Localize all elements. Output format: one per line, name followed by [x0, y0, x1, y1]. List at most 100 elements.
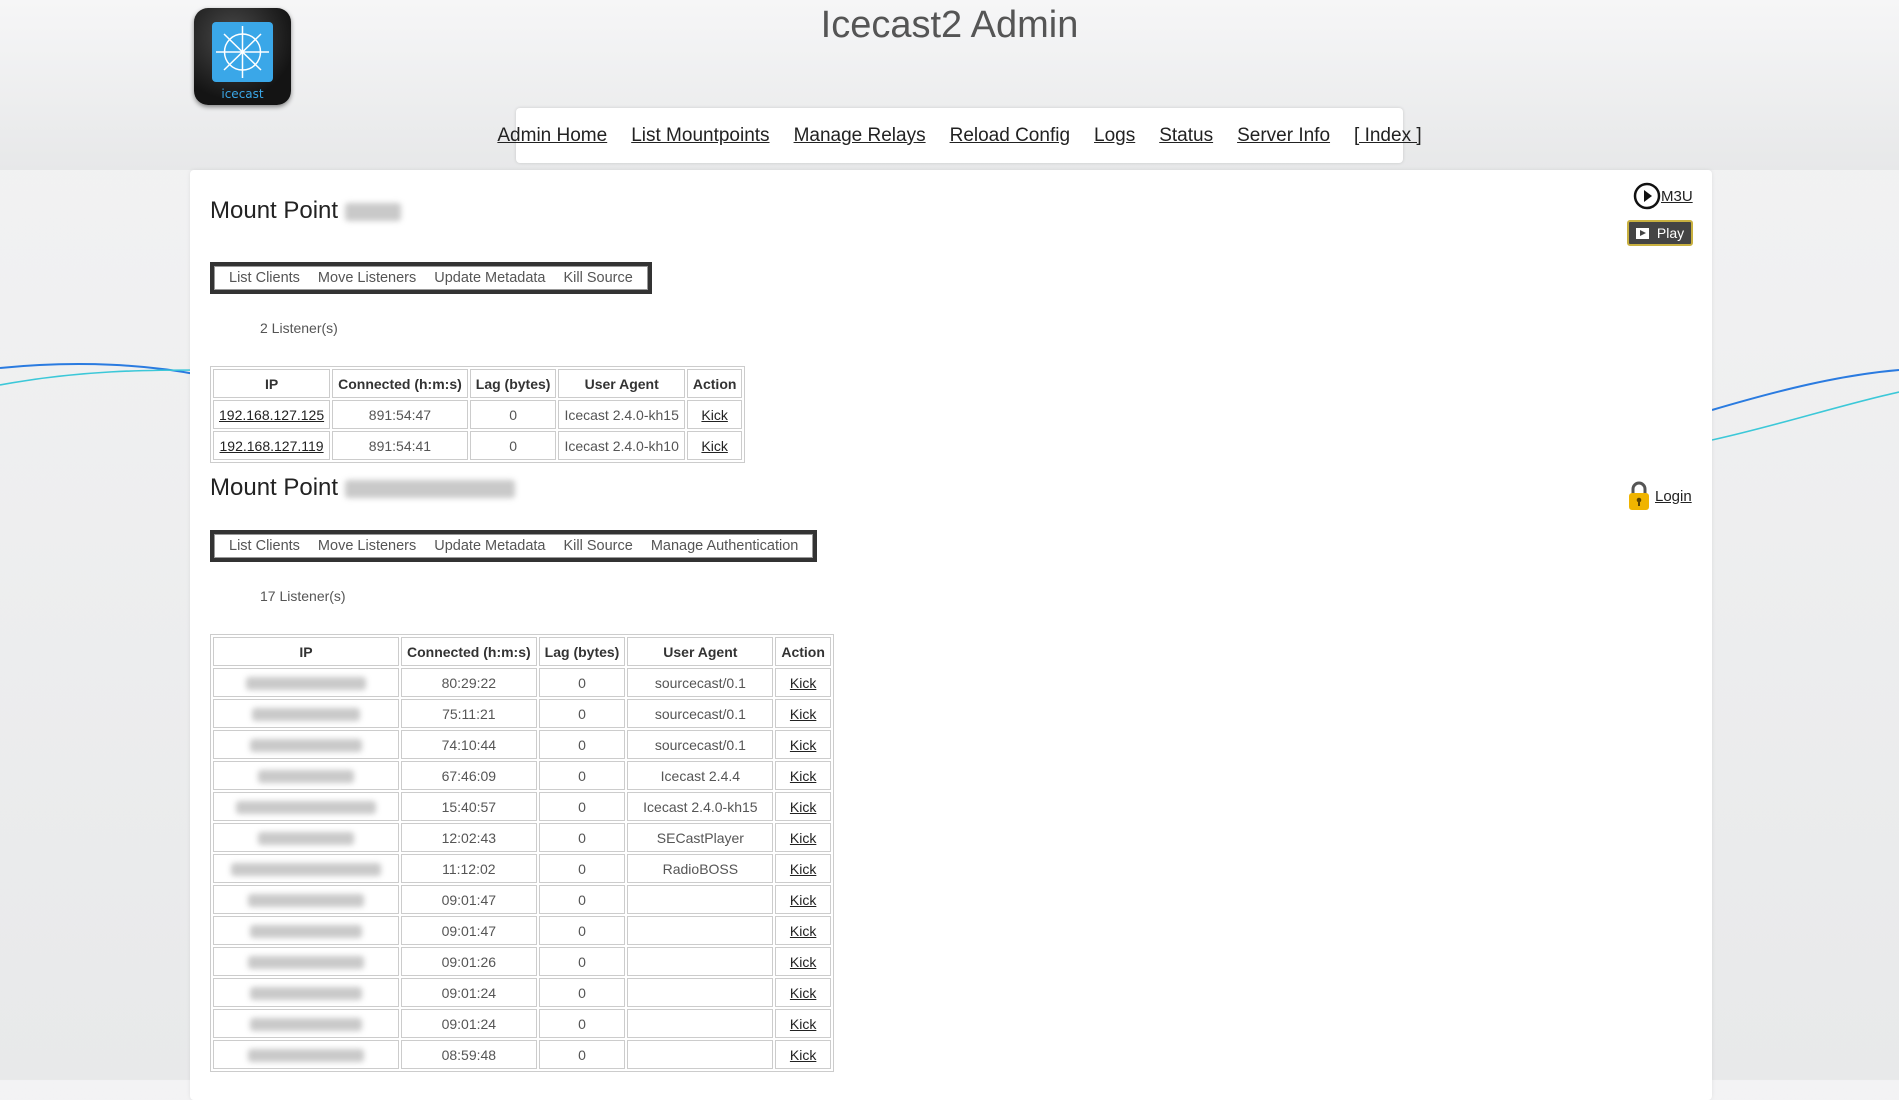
list-clients-button[interactable]: List Clients	[229, 538, 300, 554]
connected-cell: 891:54:47	[332, 400, 468, 429]
redacted-ip[interactable]	[231, 863, 381, 877]
connected-cell: 12:02:43	[401, 823, 537, 852]
col-connected: Connected (h:m:s)	[332, 369, 468, 398]
kick-link[interactable]: Kick	[790, 1047, 816, 1063]
move-listeners-button[interactable]: Move Listeners	[318, 538, 416, 554]
nav-list-mountpoints[interactable]: List Mountpoints	[631, 125, 769, 147]
kick-link[interactable]: Kick	[790, 985, 816, 1001]
redacted-ip[interactable]	[236, 801, 376, 815]
redacted-ip[interactable]	[248, 894, 364, 908]
manage-authentication-button[interactable]: Manage Authentication	[651, 538, 799, 554]
nav-logs[interactable]: Logs	[1094, 125, 1135, 147]
mount-title-1: Mount Point	[210, 197, 401, 225]
login-label[interactable]: Login	[1655, 488, 1692, 505]
nav-reload-config[interactable]: Reload Config	[950, 125, 1070, 147]
redacted-ip[interactable]	[250, 987, 362, 1001]
m3u-label[interactable]: M3U	[1661, 188, 1693, 205]
table-row: 08:59:48 0 Kick	[213, 1040, 831, 1069]
col-connected: Connected (h:m:s)	[401, 637, 537, 666]
kick-link[interactable]: Kick	[790, 830, 816, 846]
user-agent-cell	[627, 1009, 774, 1038]
listeners-table-2: IP Connected (h:m:s) Lag (bytes) User Ag…	[210, 634, 834, 1072]
play-button[interactable]: Play	[1627, 220, 1693, 246]
mount-actions-1: List Clients Move Listeners Update Metad…	[210, 262, 652, 294]
ip-link[interactable]: 192.168.127.119	[220, 438, 324, 454]
col-user-agent: User Agent	[558, 369, 685, 398]
list-clients-button[interactable]: List Clients	[229, 270, 300, 286]
kick-link[interactable]: Kick	[790, 923, 816, 939]
kill-source-button[interactable]: Kill Source	[564, 270, 633, 286]
m3u-link[interactable]: M3U	[1633, 182, 1693, 210]
nav-admin-home[interactable]: Admin Home	[497, 125, 607, 147]
main-nav: Admin Home List Mountpoints Manage Relay…	[497, 108, 1422, 163]
connected-cell: 09:01:26	[401, 947, 537, 976]
connected-cell: 80:29:22	[401, 668, 537, 697]
user-agent-cell: sourcecast/0.1	[627, 668, 774, 697]
col-ip: IP	[213, 637, 399, 666]
nav-index[interactable]: [ Index ]	[1354, 125, 1422, 147]
app-title: Icecast2 Admin	[820, 4, 1079, 46]
table-row: 12:02:43 0 SECastPlayer Kick	[213, 823, 831, 852]
redacted-ip[interactable]	[248, 1049, 364, 1063]
kick-link[interactable]: Kick	[790, 954, 816, 970]
nav-server-info[interactable]: Server Info	[1237, 125, 1330, 147]
lag-cell: 0	[469, 431, 557, 460]
redacted-ip[interactable]	[250, 925, 362, 939]
redacted-mount-name	[344, 202, 401, 221]
redacted-ip[interactable]	[258, 832, 354, 846]
col-action: Action	[775, 637, 831, 666]
redacted-ip[interactable]	[248, 956, 364, 970]
connected-cell: 15:40:57	[401, 792, 537, 821]
user-agent-cell: Icecast 2.4.4	[627, 761, 774, 790]
user-agent-cell: SECastPlayer	[627, 823, 774, 852]
redacted-ip[interactable]	[250, 1018, 362, 1032]
ip-link[interactable]: 192.168.127.125	[219, 407, 324, 423]
kick-link[interactable]: Kick	[790, 737, 816, 753]
user-agent-cell	[627, 1040, 774, 1069]
table-row: 09:01:26 0 Kick	[213, 947, 831, 976]
lag-cell: 0	[538, 792, 626, 821]
lag-cell: 0	[538, 885, 626, 914]
table-row: 15:40:57 0 Icecast 2.4.0-kh15 Kick	[213, 792, 831, 821]
listener-count-2: 17 Listener(s)	[260, 588, 346, 604]
update-metadata-button[interactable]: Update Metadata	[434, 270, 545, 286]
redacted-ip[interactable]	[246, 677, 366, 691]
mount-title-label: Mount Point	[210, 474, 339, 501]
nav-manage-relays[interactable]: Manage Relays	[794, 125, 926, 147]
redacted-ip[interactable]	[258, 770, 354, 784]
col-user-agent: User Agent	[627, 637, 774, 666]
lag-cell: 0	[538, 1009, 626, 1038]
listener-count-1: 2 Listener(s)	[260, 320, 338, 336]
connected-cell: 09:01:47	[401, 916, 537, 945]
kick-link[interactable]: Kick	[790, 892, 816, 908]
lag-cell: 0	[538, 699, 626, 728]
table-row: 75:11:21 0 sourcecast/0.1 Kick	[213, 699, 831, 728]
redacted-ip[interactable]	[252, 708, 360, 722]
kill-source-button[interactable]: Kill Source	[564, 538, 633, 554]
connected-cell: 67:46:09	[401, 761, 537, 790]
update-metadata-button[interactable]: Update Metadata	[434, 538, 545, 554]
kick-link[interactable]: Kick	[790, 799, 816, 815]
kick-link[interactable]: Kick	[790, 861, 816, 877]
kick-link[interactable]: Kick	[790, 675, 816, 691]
table-row: 09:01:24 0 Kick	[213, 1009, 831, 1038]
user-agent-cell	[627, 978, 774, 1007]
kick-link[interactable]: Kick	[701, 438, 727, 454]
kick-link[interactable]: Kick	[790, 1016, 816, 1032]
lag-cell: 0	[538, 730, 626, 759]
play-circle-icon	[1633, 182, 1661, 210]
table-row: 74:10:44 0 sourcecast/0.1 Kick	[213, 730, 831, 759]
mount-title-2: Mount Point	[210, 474, 515, 502]
redacted-ip[interactable]	[250, 739, 362, 753]
move-listeners-button[interactable]: Move Listeners	[318, 270, 416, 286]
nav-status[interactable]: Status	[1159, 125, 1213, 147]
user-agent-cell: Icecast 2.4.0-kh10	[558, 431, 685, 460]
svg-text:icecast: icecast	[221, 87, 264, 101]
kick-link[interactable]: Kick	[790, 768, 816, 784]
lag-cell: 0	[469, 400, 557, 429]
kick-link[interactable]: Kick	[701, 407, 727, 423]
login-link[interactable]: Login	[1627, 480, 1692, 512]
table-row: 192.168.127.125 891:54:47 0 Icecast 2.4.…	[213, 400, 743, 429]
redacted-mount-name	[344, 479, 515, 498]
kick-link[interactable]: Kick	[790, 706, 816, 722]
